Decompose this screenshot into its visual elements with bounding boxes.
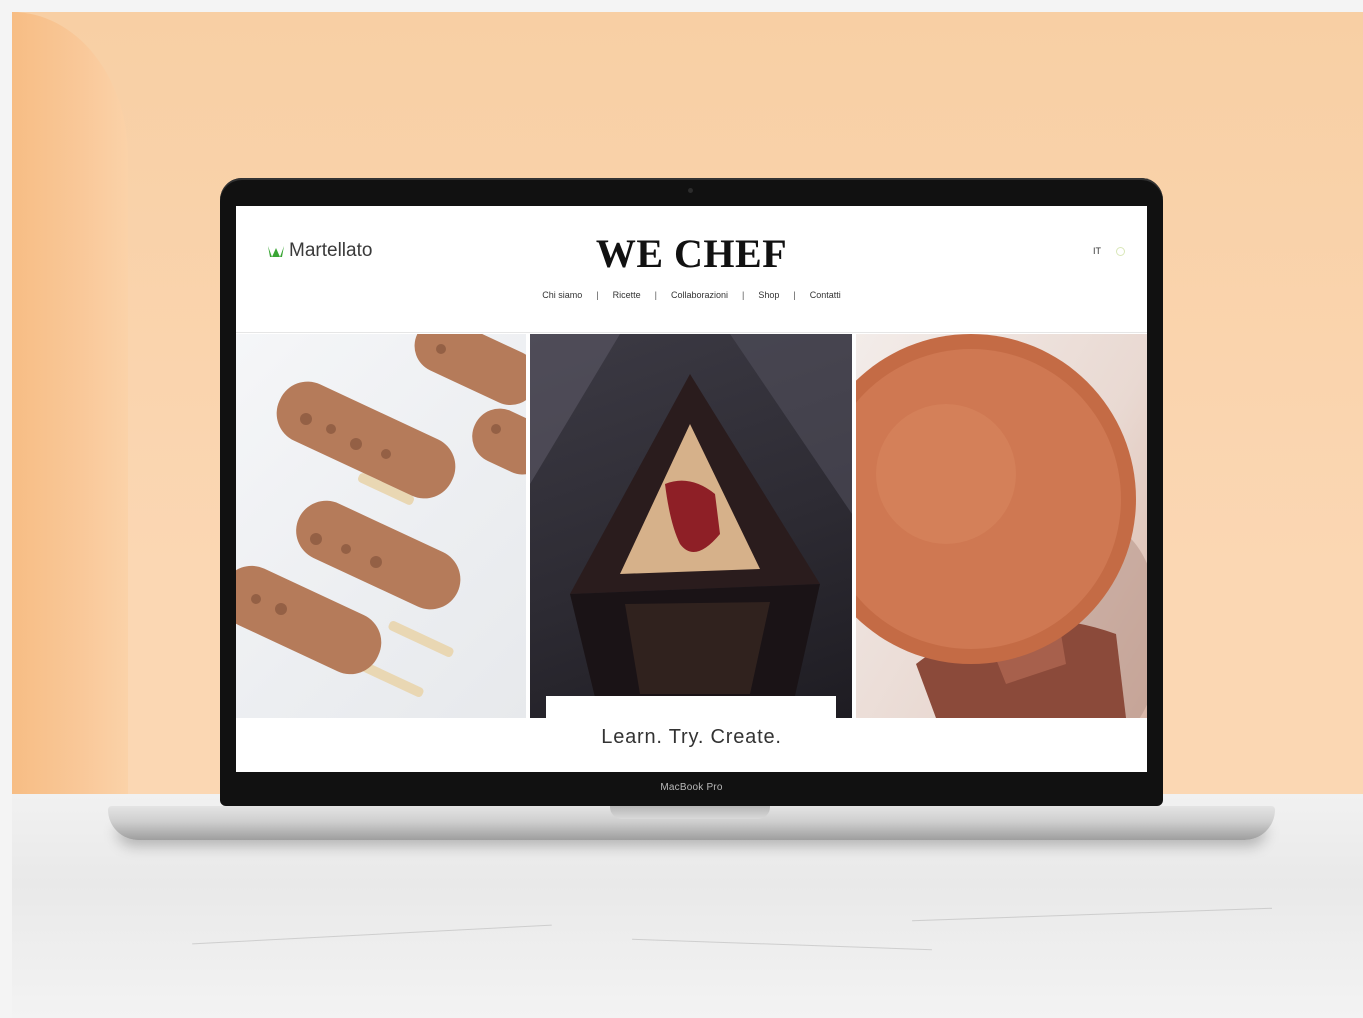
marble-vein	[632, 938, 932, 951]
laptop-base	[108, 806, 1275, 840]
site-title: WE CHEF	[595, 231, 788, 276]
laptop-screen: Martellato WE CHEF Chi siamo | Ricette |…	[236, 206, 1147, 772]
marble-vein	[912, 907, 1272, 922]
scene-background: Martellato WE CHEF Chi siamo | Ricette |…	[12, 12, 1363, 1018]
device-label: MacBook Pro	[660, 782, 723, 793]
hero-gallery	[236, 334, 1147, 718]
site-header: Martellato WE CHEF Chi siamo | Ricette |…	[236, 206, 1147, 333]
nav-item-contatti[interactable]: Contatti	[796, 290, 855, 300]
nav-item-collaborazioni[interactable]: Collaborazioni	[657, 290, 742, 300]
cocoa-dessert-illustration	[856, 334, 1147, 718]
nav-item-shop[interactable]: Shop	[744, 290, 793, 300]
background-arch	[12, 12, 128, 802]
laptop-notch	[610, 806, 770, 819]
hero-image-ice-cream-bars	[236, 334, 526, 718]
hero-tagline: Learn. Try. Create.	[601, 726, 782, 748]
main-nav: Chi siamo | Ricette | Collaborazioni | S…	[236, 290, 1147, 300]
chocolate-pyramid-illustration	[530, 334, 852, 718]
camera-dot	[688, 188, 693, 193]
nav-item-chi-siamo[interactable]: Chi siamo	[528, 290, 596, 300]
language-switch[interactable]: IT	[1093, 246, 1101, 256]
ice-cream-bars-illustration	[236, 334, 526, 698]
laptop-lid: Martellato WE CHEF Chi siamo | Ricette |…	[220, 178, 1163, 806]
nav-item-ricette[interactable]: Ricette	[599, 290, 655, 300]
hero-image-cocoa-dessert	[856, 334, 1147, 718]
search-icon[interactable]	[1116, 247, 1125, 256]
hero-image-chocolate-pyramid	[530, 334, 852, 718]
marble-vein	[192, 924, 552, 945]
